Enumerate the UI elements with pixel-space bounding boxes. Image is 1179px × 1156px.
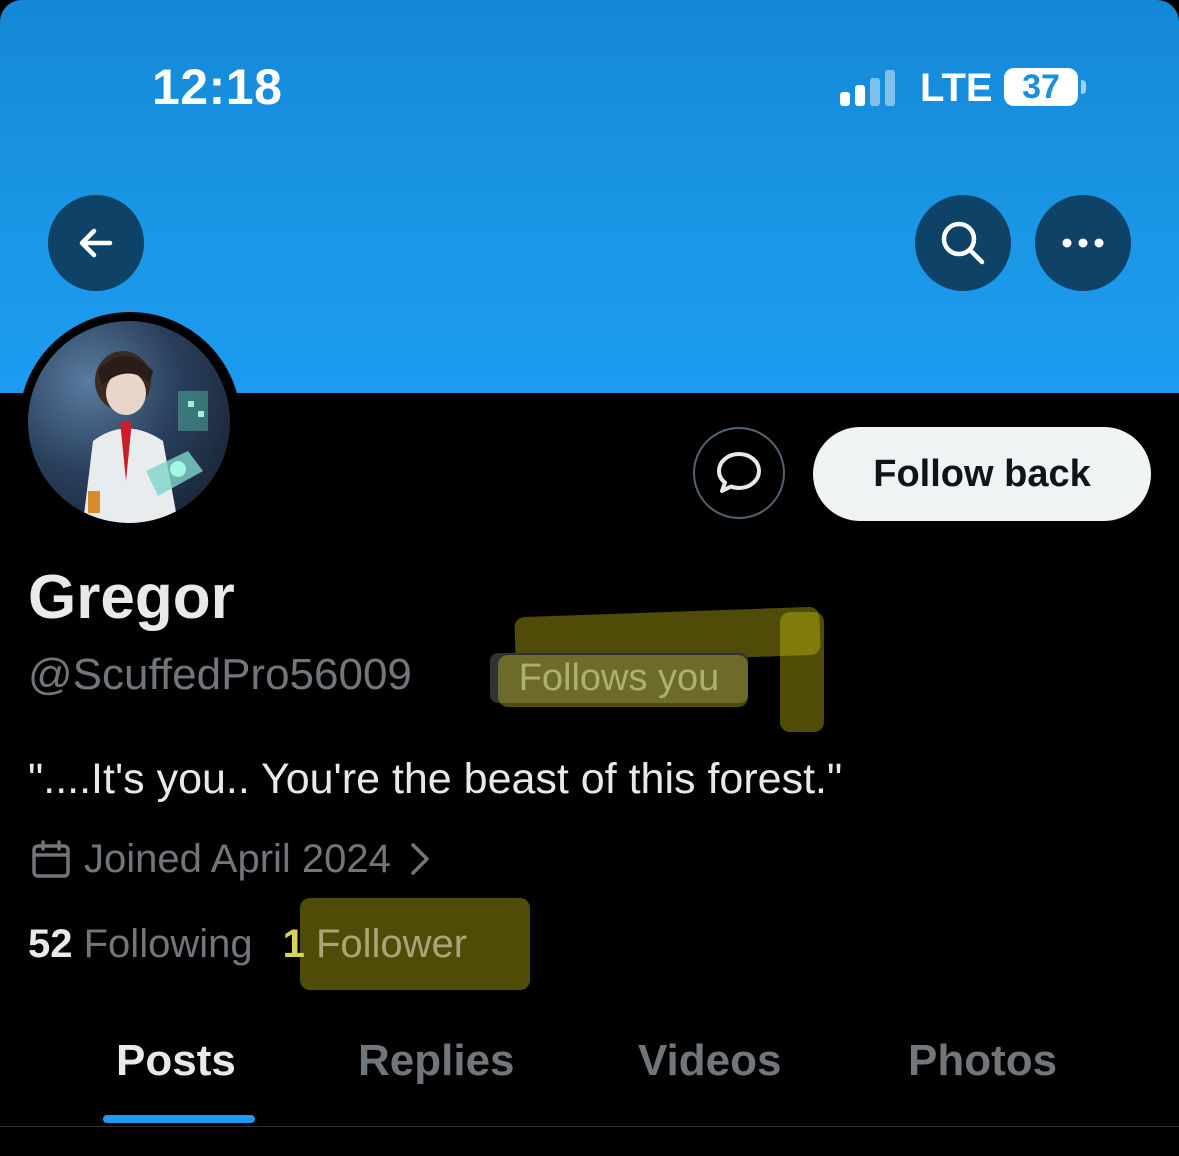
arrow-left-icon	[79, 228, 113, 258]
battery-nub	[1081, 80, 1086, 94]
chevron-right-icon	[411, 843, 429, 875]
back-button[interactable]	[48, 195, 144, 291]
following-label: Following	[83, 922, 253, 966]
avatar[interactable]	[28, 321, 230, 523]
search-button[interactable]	[915, 195, 1011, 291]
profile-tabs: Posts Replies Videos Photos	[0, 1020, 1179, 1124]
follow-back-button[interactable]: Follow back	[813, 427, 1151, 521]
tab-posts[interactable]: Posts	[116, 1036, 236, 1086]
display-name: Gregor	[28, 563, 235, 632]
tab-videos[interactable]: Videos	[638, 1036, 781, 1086]
joined-date: Joined April 2024	[84, 836, 391, 881]
tab-replies[interactable]: Replies	[358, 1036, 515, 1086]
following-link[interactable]: 52 Following	[28, 922, 253, 967]
message-bubble-icon	[717, 452, 761, 493]
message-button[interactable]	[693, 427, 785, 519]
more-button[interactable]	[1035, 195, 1131, 291]
signal-icon	[840, 70, 895, 106]
avatar-image	[83, 351, 208, 523]
user-handle: @ScuffedPro56009	[28, 650, 412, 699]
active-tab-indicator	[103, 1115, 255, 1123]
calendar-icon	[32, 840, 70, 878]
tab-photos[interactable]: Photos	[908, 1036, 1057, 1086]
highlight-mark	[780, 612, 824, 732]
more-horizontal-icon	[1062, 238, 1104, 248]
highlight-mark	[498, 655, 748, 707]
search-icon	[941, 221, 985, 265]
joined-date-row[interactable]: Joined April 2024	[30, 836, 431, 882]
follower-label: Follower	[315, 922, 468, 966]
tabs-divider	[0, 1126, 1179, 1127]
network-type: LTE	[920, 66, 993, 110]
battery-level: 37	[1022, 67, 1060, 106]
status-time: 12:18	[152, 59, 283, 115]
battery-icon: 37	[1004, 68, 1078, 106]
follower-count: 1	[282, 922, 305, 966]
follow-stats: 52 Following 1 Follower	[28, 922, 467, 967]
profile-bio: "....It's you.. You're the beast of this…	[28, 755, 843, 803]
following-count: 52	[28, 922, 73, 966]
followers-link[interactable]: 1 Follower	[283, 922, 468, 967]
